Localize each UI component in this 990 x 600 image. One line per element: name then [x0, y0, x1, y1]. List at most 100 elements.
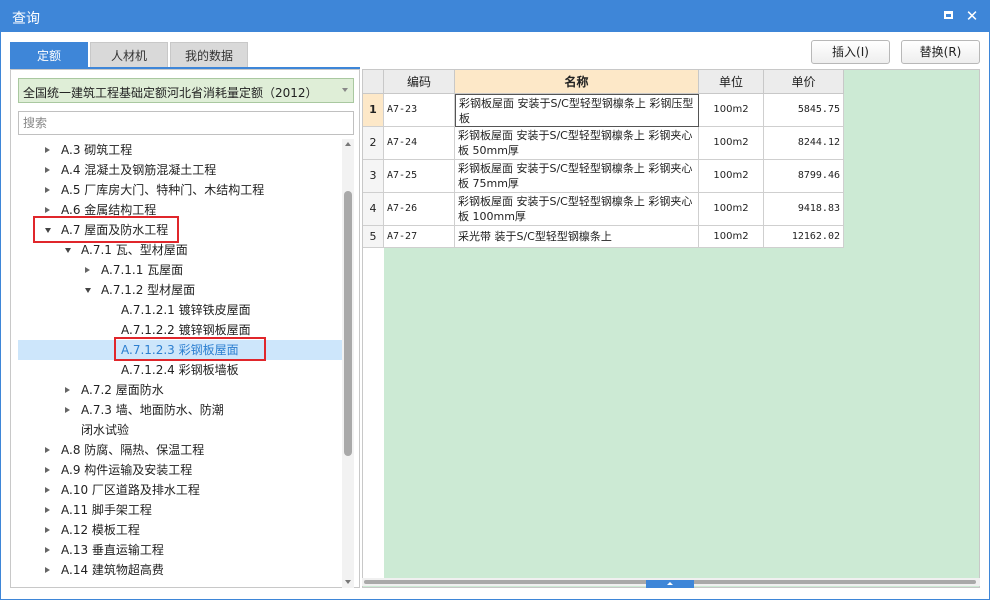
tree-item[interactable]: A.7.1.2.1 镀锌铁皮屋面 — [18, 300, 343, 320]
header-name[interactable]: 名称 — [455, 70, 699, 94]
unit-cell: 100m2 — [699, 160, 764, 193]
caret-right-icon[interactable] — [65, 387, 70, 393]
replace-button[interactable]: 替换(R) — [901, 40, 980, 64]
tree-item-label: A.7.1.2 型材屋面 — [101, 283, 196, 297]
caret-right-icon[interactable] — [45, 187, 50, 193]
close-icon[interactable]: ✕ — [964, 8, 980, 24]
tree-item[interactable]: A.7.1.2.4 彩钢板墙板 — [18, 360, 343, 380]
caret-right-icon[interactable] — [45, 527, 50, 533]
results-grid: 编码 名称 单位 单价 1 A7-23 彩钢板屋面 安装于S/C型轻型钢檩条上 … — [362, 69, 980, 588]
tree-item-label: A.7.1.1 瓦屋面 — [101, 263, 184, 277]
tree-item-label: A.10 厂区道路及排水工程 — [61, 483, 200, 497]
tree-item[interactable]: A.5 厂库房大门、特种门、木结构工程 — [18, 180, 343, 200]
unit-cell: 100m2 — [699, 193, 764, 226]
header-unit[interactable]: 单位 — [699, 70, 764, 94]
scroll-down-icon[interactable] — [345, 580, 351, 584]
insert-button[interactable]: 插入(I) — [811, 40, 890, 64]
price-cell: 8799.46 — [764, 160, 844, 193]
tree-item-label: A.7.2 屋面防水 — [81, 383, 164, 397]
caret-right-icon[interactable] — [45, 147, 50, 153]
caret-right-icon[interactable] — [45, 207, 50, 213]
tree-item[interactable]: A.7.1.2 型材屋面 — [18, 280, 343, 300]
tree-item-label: A.7.1 瓦、型材屋面 — [81, 243, 188, 257]
tree-item[interactable]: A.7.2 屋面防水 — [18, 380, 343, 400]
tree-item-label: A.12 模板工程 — [61, 523, 140, 537]
unit-cell: 100m2 — [699, 94, 764, 127]
code-cell: A7-23 — [384, 94, 455, 127]
scroll-up-icon[interactable] — [345, 142, 351, 146]
unit-cell: 100m2 — [699, 127, 764, 160]
tree-item[interactable]: A.14 建筑物超高费 — [18, 560, 343, 580]
tree-item-label: A.7.1.2.1 镀锌铁皮屋面 — [121, 303, 251, 317]
caret-right-icon[interactable] — [45, 547, 50, 553]
header-code[interactable]: 编码 — [384, 70, 455, 94]
header-price[interactable]: 单价 — [764, 70, 844, 94]
price-cell: 8244.12 — [764, 127, 844, 160]
search-input[interactable] — [18, 111, 354, 135]
caret-right-icon[interactable] — [45, 487, 50, 493]
tree-item-label: 闭水试验 — [81, 423, 130, 437]
chevron-down-icon[interactable] — [342, 88, 348, 92]
tree-scrollbar[interactable] — [342, 139, 354, 588]
tab-labor-material-machine[interactable]: 人材机 — [90, 42, 168, 68]
unit-cell: 100m2 — [699, 226, 764, 248]
highlight-box — [114, 337, 266, 361]
caret-down-icon[interactable] — [85, 288, 91, 293]
tree-item-label: A.4 混凝土及钢筋混凝土工程 — [61, 163, 217, 177]
tree-item[interactable]: A.11 脚手架工程 — [18, 500, 343, 520]
maximize-icon[interactable] — [940, 8, 956, 24]
price-cell: 12162.02 — [764, 226, 844, 248]
tree-item[interactable]: A.9 构件运输及安装工程 — [18, 460, 343, 480]
tree-item-label: A.14 建筑物超高费 — [61, 563, 164, 577]
name-cell: 彩钢板屋面 安装于S/C型轻型钢檩条上 彩钢压型板 — [455, 94, 699, 127]
quota-tree: A.3 砌筑工程 A.4 混凝土及钢筋混凝土工程 A.5 厂库房大门、特种门、木结构… — [18, 139, 343, 588]
panel-collapse-handle[interactable] — [646, 580, 694, 588]
row-number: 2 — [363, 127, 384, 160]
caret-right-icon[interactable] — [65, 407, 70, 413]
caret-down-icon[interactable] — [65, 248, 71, 253]
tree-item[interactable]: A.10 厂区道路及排水工程 — [18, 480, 343, 500]
name-cell: 彩钢板屋面 安装于S/C型轻型钢檩条上 彩钢夹心板 50mm厚 — [455, 127, 699, 160]
title-bar: 查询 ✕ — [0, 0, 990, 32]
name-cell: 彩钢板屋面 安装于S/C型轻型钢檩条上 彩钢夹心板 100mm厚 — [455, 193, 699, 226]
price-cell: 5845.75 — [764, 94, 844, 127]
tree-item-label: A.5 厂库房大门、特种门、木结构工程 — [61, 183, 265, 197]
library-select[interactable]: 全国统一建筑工程基础定额河北省消耗量定额（2012） — [18, 78, 354, 103]
tree-item[interactable]: A.7.1.1 瓦屋面 — [18, 260, 343, 280]
tree-item[interactable]: 闭水试验 — [18, 420, 343, 440]
tree-item[interactable]: A.12 模板工程 — [18, 520, 343, 540]
caret-right-icon[interactable] — [85, 267, 90, 273]
code-cell: A7-25 — [384, 160, 455, 193]
row-number: 4 — [363, 193, 384, 226]
name-cell: 采光带 装于S/C型轻型钢檩条上 — [455, 226, 699, 248]
highlight-box — [33, 216, 179, 243]
header-corner — [363, 70, 384, 94]
scrollbar-thumb[interactable] — [344, 191, 352, 456]
caret-right-icon[interactable] — [45, 507, 50, 513]
tree-item[interactable]: A.4 混凝土及钢筋混凝土工程 — [18, 160, 343, 180]
tree-item-label: A.11 脚手架工程 — [61, 503, 152, 517]
caret-right-icon[interactable] — [45, 467, 50, 473]
code-cell: A7-24 — [384, 127, 455, 160]
row-number: 3 — [363, 160, 384, 193]
caret-right-icon[interactable] — [45, 447, 50, 453]
tree-item-label: A.8 防腐、隔热、保温工程 — [61, 443, 205, 457]
caret-right-icon[interactable] — [45, 567, 50, 573]
caret-right-icon[interactable] — [45, 167, 50, 173]
tab-my-data[interactable]: 我的数据 — [170, 42, 248, 68]
window-title: 查询 — [12, 11, 40, 27]
tree-item-label: A.3 砌筑工程 — [61, 143, 133, 157]
tree-item[interactable]: A.3 砌筑工程 — [18, 140, 343, 160]
tree-item[interactable]: A.7.1 瓦、型材屋面 — [18, 240, 343, 260]
tree-item-label: A.13 垂直运输工程 — [61, 543, 164, 557]
tree-item-label: A.9 构件运输及安装工程 — [61, 463, 193, 477]
name-cell: 彩钢板屋面 安装于S/C型轻型钢檩条上 彩钢夹心板 75mm厚 — [455, 160, 699, 193]
tree-item-label: A.7.1.2.4 彩钢板墙板 — [121, 363, 239, 377]
code-cell: A7-27 — [384, 226, 455, 248]
tab-quota[interactable]: 定额 — [10, 42, 88, 68]
tree-item[interactable]: A.7.3 墙、地面防水、防潮 — [18, 400, 343, 420]
tree-item[interactable]: A.8 防腐、隔热、保温工程 — [18, 440, 343, 460]
price-cell: 9418.83 — [764, 193, 844, 226]
library-select-value: 全国统一建筑工程基础定额河北省消耗量定额（2012） — [23, 86, 318, 100]
tree-item[interactable]: A.13 垂直运输工程 — [18, 540, 343, 560]
